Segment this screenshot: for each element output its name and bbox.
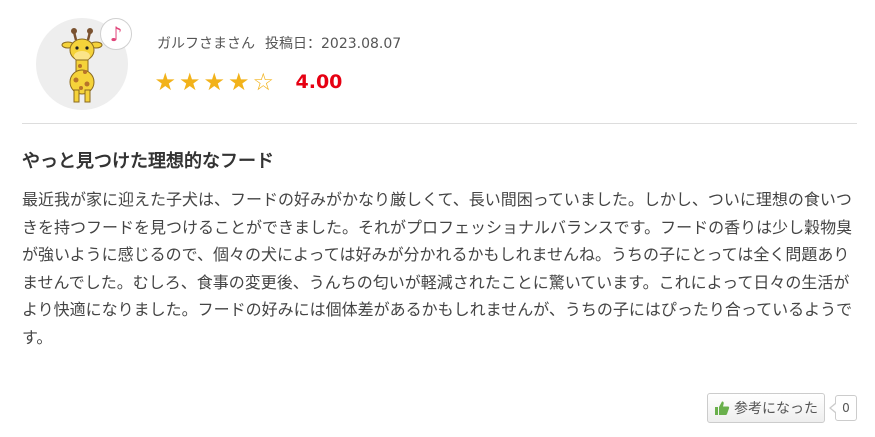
star-filled-icon: ★ — [178, 68, 201, 96]
reviewer-name: ガルフさまさん — [157, 36, 255, 52]
star-rating: ★ ★ ★ ★ ☆ — [153, 69, 276, 95]
helpful-button[interactable]: 参考になった — [707, 393, 825, 423]
star-empty-icon: ☆ — [252, 68, 274, 96]
helpful-count-container: 0 — [829, 395, 857, 421]
post-date: 2023.08.07 — [321, 36, 402, 52]
rating-score: 4.00 — [295, 71, 343, 93]
review-header: ♪ ガルフさまさん 投稿日：2023.08.07 ★ ★ ★ ★ ☆ 4.00 — [0, 0, 875, 124]
star-filled-icon: ★ — [154, 68, 176, 96]
helpful-count: 0 — [835, 395, 857, 421]
rating: ★ ★ ★ ★ ☆ 4.00 — [153, 68, 342, 96]
review-title: やっと見つけた理想的なフード — [22, 151, 274, 172]
reviewer-avatar-container: ♪ — [36, 18, 136, 114]
header-divider — [22, 123, 857, 124]
music-note-icon: ♪ — [100, 18, 132, 50]
helpful-label: 参考になった — [734, 400, 818, 416]
review-meta: ガルフさまさん 投稿日：2023.08.07 — [157, 33, 401, 53]
review-actions: 参考になった 0 — [707, 393, 857, 423]
post-date-label: 投稿日： — [265, 36, 321, 52]
star-filled-icon: ★ — [227, 68, 250, 96]
star-filled-icon: ★ — [203, 68, 225, 96]
thumbs-up-icon — [715, 401, 730, 415]
review-body: 最近我が家に迎えた子犬は、フードの好みがかなり厳しくて、長い間困っていました。し… — [22, 190, 853, 347]
